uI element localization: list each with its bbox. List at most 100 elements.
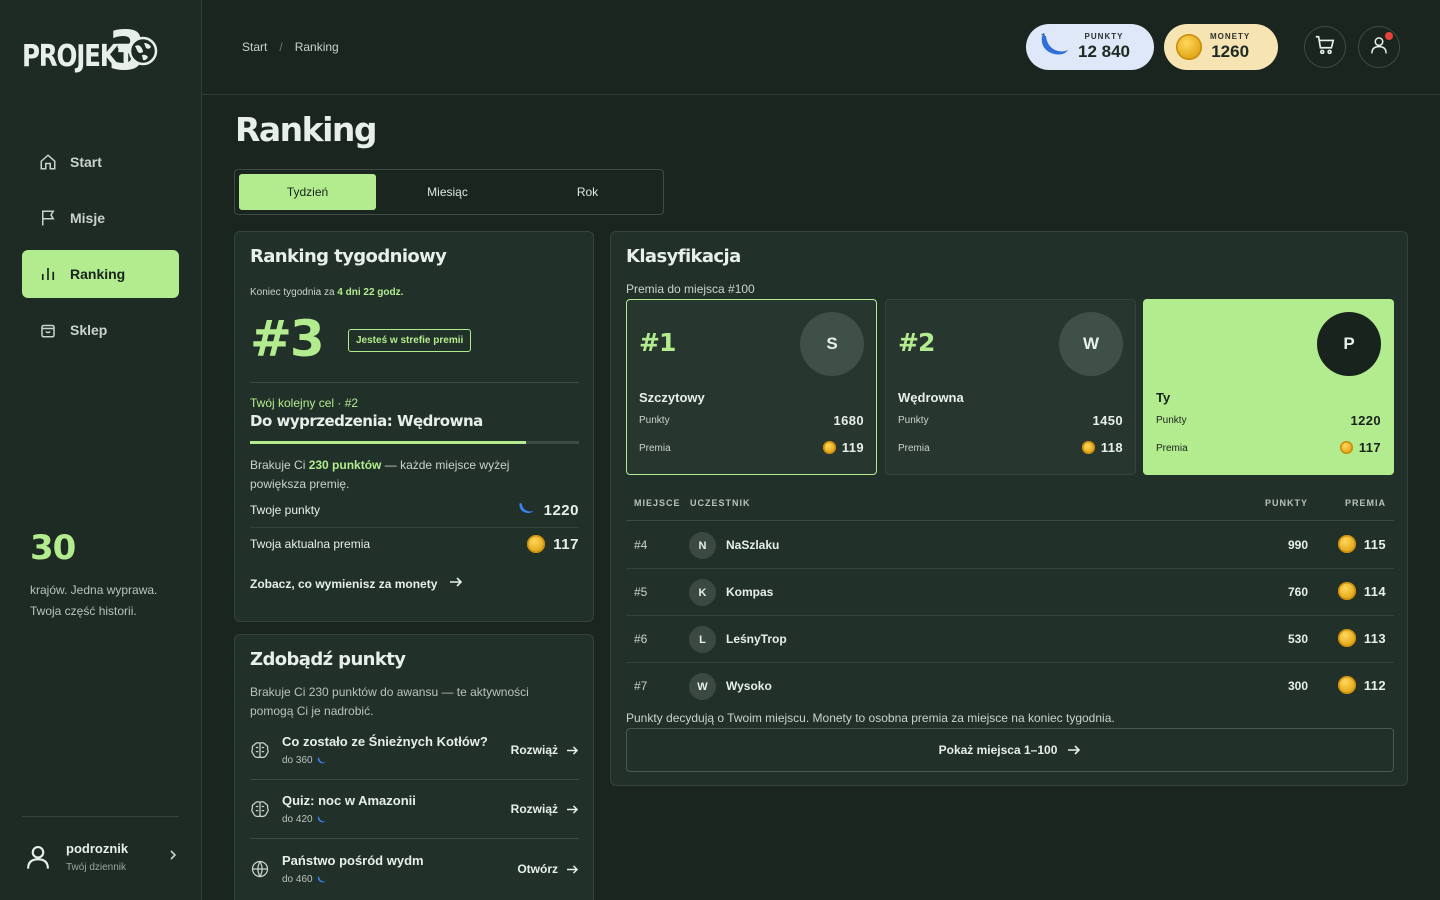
- podium-name: Ty: [1156, 390, 1171, 405]
- row-points: 300: [1287, 679, 1308, 693]
- tab-tydzien[interactable]: Tydzień: [239, 174, 376, 210]
- row-points: 990: [1287, 538, 1308, 552]
- missing-value: 230 punktów: [308, 458, 382, 472]
- logo-number: 3: [108, 24, 160, 82]
- row-user: Wysoko: [726, 679, 772, 693]
- points-label: Punkty: [639, 415, 670, 426]
- task-action-button[interactable]: Rozwiąż: [511, 743, 579, 757]
- arrow-right-icon: [567, 745, 579, 755]
- breadcrumb-home[interactable]: Start: [242, 40, 267, 54]
- coins-label: MONETY: [1210, 32, 1251, 41]
- globe-logo-icon: [128, 36, 158, 66]
- task-name: Państwo pośród wydm: [282, 853, 424, 868]
- points-value: 12 840: [1078, 42, 1130, 61]
- cart-button[interactable]: [1304, 26, 1346, 68]
- nav-label: Sklep: [70, 322, 108, 338]
- task-action-button[interactable]: Rozwiąż: [511, 802, 579, 816]
- arrow-right-icon: [449, 576, 463, 591]
- podium-card-first[interactable]: #1 S Szczytowy Punkty 1680 Premia 119: [626, 299, 877, 475]
- globe-icon: [250, 859, 270, 879]
- task-reward: do 360: [282, 755, 488, 766]
- table-row[interactable]: #5 K Kompas 760 114: [626, 569, 1394, 616]
- table-row[interactable]: #6 L LeśnyTrop 530 113: [626, 616, 1394, 663]
- show-all-places-button[interactable]: Pokaż miejsca 1–100: [626, 728, 1394, 772]
- nav-item-misje[interactable]: Misje: [22, 194, 179, 242]
- current-bonus-row: Twoja aktualna premia 117: [250, 535, 579, 553]
- your-points-row: Twoje punkty 1220: [250, 500, 579, 520]
- table-row[interactable]: #7 W Wysoko 300 112: [626, 663, 1394, 710]
- coin-icon: [1337, 676, 1356, 694]
- arrow-right-icon: [567, 864, 579, 874]
- coin-icon: [1337, 582, 1356, 600]
- bonus-amount: 113: [1363, 630, 1386, 646]
- podium-place: #2: [898, 328, 935, 357]
- task-item[interactable]: Państwo pośród wydm do 460 Otwórz: [250, 840, 579, 898]
- coins-value: 1260: [1211, 42, 1250, 61]
- action-label: Otwórz: [517, 862, 558, 876]
- bonus-value: 118: [1081, 440, 1123, 455]
- divider: [250, 838, 579, 839]
- banana-icon: [516, 500, 536, 520]
- user-info: podroznik Twój dziennik: [66, 841, 128, 873]
- task-action-button[interactable]: Otwórz: [517, 862, 579, 876]
- account-button[interactable]: [1358, 26, 1400, 68]
- bonus-amount: 115: [1363, 536, 1386, 552]
- earn-points-card: Zdobądź punkty Brakuje Ci 230 punktów do…: [234, 634, 594, 900]
- avatar: W: [1059, 312, 1123, 376]
- row-user: Kompas: [726, 585, 774, 599]
- nav-item-start[interactable]: Start: [22, 138, 179, 186]
- bonus-value: 117: [1339, 440, 1381, 455]
- sidebar: PROJEKT 3 Start Misje Ranking Sklep 30 k…: [0, 0, 202, 900]
- task-name: Co zostało ze Śnieżnych Kotłów?: [282, 734, 488, 749]
- divider: [22, 816, 179, 817]
- ranking-note: Punkty decydują o Twoim miejscu. Monety …: [626, 711, 1115, 725]
- row-place: #5: [634, 585, 648, 599]
- row-points: 530: [1287, 632, 1308, 646]
- row-bonus: 113: [1337, 629, 1386, 647]
- nav-item-ranking[interactable]: Ranking: [22, 250, 179, 298]
- coins-balance[interactable]: MONETY 1260: [1164, 24, 1278, 70]
- task-reward: do 460: [282, 874, 424, 885]
- card-subtitle: Premia do miejsca #100: [626, 282, 755, 296]
- row-label: Twoja aktualna premia: [250, 537, 371, 551]
- logo[interactable]: PROJEKT 3: [22, 24, 160, 82]
- coin-icon: [1337, 535, 1356, 553]
- task-reward: do 420: [282, 814, 416, 825]
- shop-link[interactable]: Zobacz, co wymienisz za monety: [250, 576, 463, 591]
- column-header-bonus: PREMIA: [1344, 498, 1386, 508]
- bar-chart-icon: [38, 264, 58, 284]
- next-goal-label: Twój kolejny cel · #2: [250, 396, 359, 410]
- banana-icon: [1038, 30, 1070, 65]
- action-label: Rozwiąż: [510, 802, 558, 816]
- nav-item-sklep[interactable]: Sklep: [22, 306, 179, 354]
- user-name: podroznik: [66, 841, 129, 856]
- banana-icon: [317, 876, 326, 883]
- tab-rok[interactable]: Rok: [519, 174, 656, 210]
- row-place: #7: [634, 679, 648, 693]
- avatar: N: [689, 532, 716, 559]
- cart-icon: [1314, 34, 1336, 61]
- table-row[interactable]: #4 N NaSzlaku 990 115: [626, 522, 1394, 569]
- action-label: Rozwiąż: [510, 743, 558, 757]
- points-balance[interactable]: PUNKTY 12 840: [1026, 24, 1154, 70]
- card-description: Brakuje Ci 230 punktów do awansu — te ak…: [250, 685, 529, 718]
- card-title: Zdobądź punkty: [250, 649, 406, 670]
- nav-label: Misje: [70, 210, 106, 226]
- podium-card-second[interactable]: #2 W Wędrowna Punkty 1450 Premia 118: [885, 299, 1136, 475]
- row-user: LeśnyTrop: [726, 632, 787, 646]
- points-label: PUNKTY: [1084, 32, 1124, 41]
- tab-miesiac[interactable]: Miesiąc: [379, 174, 516, 210]
- main-nav: Start Misje Ranking Sklep: [22, 138, 179, 362]
- brain-icon: [250, 740, 270, 760]
- classification-card: Klasyfikacja Premia do miejsca #100 #1 S…: [610, 231, 1408, 786]
- row-user: NaSzlaku: [726, 538, 780, 552]
- reward-value: do 460: [282, 874, 313, 885]
- breadcrumb-separator: /: [279, 40, 283, 54]
- user-profile-link[interactable]: podroznik Twój dziennik: [22, 834, 179, 880]
- task-item[interactable]: Quiz: noc w Amazonii do 420 Rozwiąż: [250, 780, 579, 838]
- task-item[interactable]: Co zostało ze Śnieżnych Kotłów? do 360 R…: [250, 721, 579, 779]
- bonus-label: Premia: [639, 443, 671, 454]
- points-label: Punkty: [1156, 415, 1187, 426]
- podium-card-you[interactable]: P Ty Punkty 1220 Premia 117: [1143, 299, 1394, 475]
- card-title: Ranking tygodniowy: [250, 246, 447, 267]
